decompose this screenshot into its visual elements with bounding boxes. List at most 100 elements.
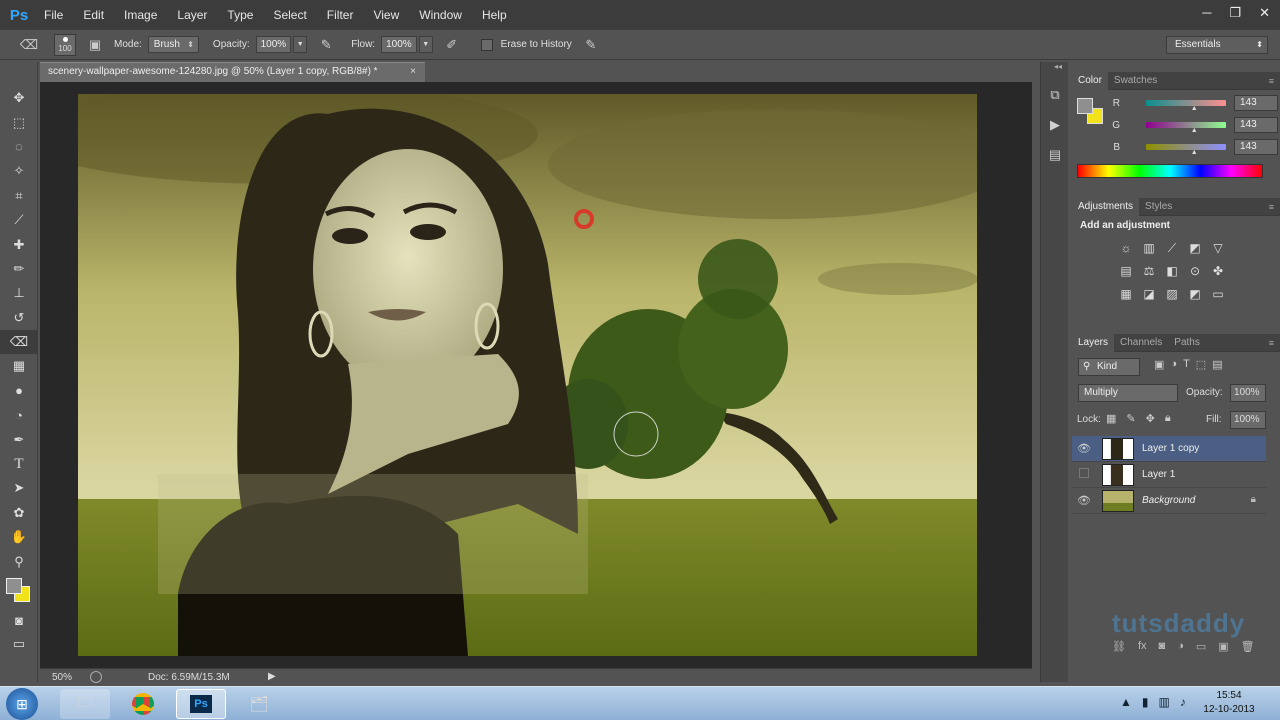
add-mask-icon[interactable]: ◙ <box>1159 640 1166 653</box>
lasso-tool-icon[interactable]: ◌ <box>0 135 38 159</box>
history-panel-icon[interactable]: ⧉ <box>1041 80 1069 110</box>
document-close-button[interactable]: × <box>410 63 416 81</box>
pressure-size-icon[interactable]: ✎ <box>580 34 602 56</box>
status-menu-arrow-icon[interactable]: ▶ <box>268 671 276 682</box>
type-filter-icon[interactable]: T <box>1183 358 1190 371</box>
pressure-opacity-icon[interactable]: ✎ <box>315 34 337 56</box>
tab-channels[interactable]: Channels <box>1114 337 1168 348</box>
pixel-filter-icon[interactable]: ▣ <box>1154 358 1164 371</box>
hue-saturation-icon[interactable]: ▤ <box>1116 261 1136 281</box>
eraser-tool-icon[interactable]: ⌫ <box>0 329 38 355</box>
mode-dropdown[interactable]: Brush <box>147 36 199 53</box>
blur-tool-icon[interactable]: ● <box>0 379 38 403</box>
restore-button[interactable]: ❐ <box>1229 0 1241 26</box>
gradient-tool-icon[interactable]: ▦ <box>0 354 38 378</box>
type-tool-icon[interactable]: T <box>0 452 38 476</box>
invert-icon[interactable]: ◪ <box>1139 284 1159 304</box>
exposure-icon[interactable]: ◩ <box>1185 238 1205 258</box>
photoshop-taskbar-icon[interactable]: Ps <box>176 689 226 719</box>
actions-panel-icon[interactable]: ▶ <box>1041 110 1069 140</box>
clock[interactable]: 15:54 12-10-2013 <box>1198 689 1260 717</box>
channel-value-field[interactable]: 143 <box>1234 117 1278 133</box>
channel-value-field[interactable]: 143 <box>1234 139 1278 155</box>
eraser-tool-preset-icon[interactable]: ⌫ <box>18 34 40 56</box>
panel-menu-icon[interactable]: ≡ <box>1269 76 1274 86</box>
menu-file[interactable]: File <box>34 0 73 30</box>
tab-color[interactable]: Color <box>1072 71 1108 90</box>
fill-field[interactable]: 100% <box>1230 411 1266 429</box>
quick-selection-tool-icon[interactable]: ✧ <box>0 159 38 183</box>
brush-tool-icon[interactable]: ✏ <box>0 257 38 281</box>
layer-row-background[interactable]: 👁︎ Background 🔒︎ <box>1072 488 1266 514</box>
quick-mask-icon[interactable]: ◙ <box>0 608 38 632</box>
lock-pixels-icon[interactable]: ✎ <box>1126 412 1135 425</box>
explorer-taskbar-icon[interactable]: 🗀 <box>60 689 110 719</box>
lock-transparency-icon[interactable]: ▦ <box>1106 412 1116 425</box>
threshold-icon[interactable]: ◩ <box>1185 284 1205 304</box>
workspace-switcher[interactable]: Essentials <box>1166 36 1268 54</box>
zoom-tool-icon[interactable]: ⚲ <box>0 549 38 573</box>
gradient-map-icon[interactable]: ▭ <box>1208 284 1228 304</box>
tab-paths[interactable]: Paths <box>1168 337 1206 348</box>
menu-type[interactable]: Type <box>217 0 263 30</box>
new-adjustment-layer-icon[interactable]: ◑ <box>1177 640 1184 653</box>
menu-help[interactable]: Help <box>472 0 517 30</box>
channel-slider[interactable]: ▲ <box>1146 122 1226 134</box>
channel-slider[interactable]: ▲ <box>1146 144 1226 156</box>
history-brush-tool-icon[interactable]: ↺ <box>0 306 38 330</box>
tab-layers[interactable]: Layers <box>1072 333 1115 352</box>
marquee-tool-icon[interactable]: ⬚ <box>0 110 38 134</box>
tray-expand-icon[interactable]: ▲ <box>1120 695 1132 709</box>
menu-window[interactable]: Window <box>409 0 472 30</box>
eyedropper-tool-icon[interactable]: ⟋ <box>0 208 38 232</box>
move-tool-icon[interactable]: ✥ <box>0 86 38 110</box>
minimize-button[interactable]: ─ <box>1202 0 1211 26</box>
tab-styles[interactable]: Styles <box>1139 201 1178 212</box>
dock-collapse-icon[interactable]: ◂◂ <box>1041 62 1068 80</box>
zoom-level[interactable]: 50% <box>52 672 72 683</box>
eye-icon[interactable]: 👁︎ <box>1072 442 1096 455</box>
erase-to-history-checkbox[interactable] <box>480 38 493 51</box>
status-info-icon[interactable] <box>90 671 102 683</box>
slider-thumb[interactable]: ▲ <box>1191 149 1198 156</box>
color-spectrum-bar[interactable] <box>1077 164 1263 178</box>
menu-layer[interactable]: Layer <box>167 0 217 30</box>
battery-icon[interactable]: ▮ <box>1142 695 1149 709</box>
curves-icon[interactable]: ⟋ <box>1162 238 1182 258</box>
menu-view[interactable]: View <box>363 0 409 30</box>
shape-filter-icon[interactable]: ⬚ <box>1196 358 1206 371</box>
tab-adjustments[interactable]: Adjustments <box>1072 197 1140 216</box>
hand-tool-icon[interactable]: ✋ <box>0 525 38 549</box>
tab-swatches[interactable]: Swatches <box>1108 75 1163 86</box>
foreground-color-swatch[interactable] <box>6 577 22 594</box>
adjustment-filter-icon[interactable]: ◑ <box>1170 358 1177 371</box>
blend-mode-dropdown[interactable]: Multiply <box>1078 384 1178 402</box>
levels-icon[interactable]: ▥ <box>1139 238 1159 258</box>
crop-tool-icon[interactable]: ⌗ <box>0 184 38 208</box>
visibility-toggle-empty[interactable] <box>1072 468 1096 481</box>
menu-image[interactable]: Image <box>114 0 167 30</box>
menu-select[interactable]: Select <box>263 0 316 30</box>
menu-filter[interactable]: Filter <box>317 0 364 30</box>
airbrush-icon[interactable]: ✐ <box>441 34 463 56</box>
vibrance-icon[interactable]: ▽ <box>1208 238 1228 258</box>
chrome-taskbar-icon[interactable] <box>118 689 168 719</box>
photo-filter-icon[interactable]: ⊙ <box>1185 261 1205 281</box>
dodge-tool-icon[interactable]: ◔ <box>0 403 38 427</box>
smart-object-filter-icon[interactable]: ▤ <box>1212 358 1222 371</box>
color-panel-foreground-swatch[interactable] <box>1077 98 1093 114</box>
panel-menu-icon[interactable]: ≡ <box>1269 202 1274 212</box>
slider-thumb[interactable]: ▲ <box>1191 127 1198 134</box>
channel-mixer-icon[interactable]: ✤ <box>1208 261 1228 281</box>
opacity-dropdown-arrow[interactable]: ▼ <box>293 36 308 53</box>
color-lookup-icon[interactable]: ▦ <box>1116 284 1136 304</box>
screen-mode-icon[interactable]: ▭ <box>0 632 38 656</box>
folder-taskbar-icon[interactable]: 🗂︎ <box>234 689 284 719</box>
lock-position-icon[interactable]: ✥ <box>1146 412 1155 425</box>
brush-size-preview[interactable]: 100 <box>54 33 76 56</box>
opacity-field[interactable]: 100% <box>255 36 292 53</box>
volume-icon[interactable]: ♪ <box>1180 695 1186 709</box>
layer-row-layer-1[interactable]: Layer 1 <box>1072 462 1266 488</box>
panel-menu-icon[interactable]: ≡ <box>1269 338 1274 348</box>
brightness-contrast-icon[interactable]: ☼ <box>1116 238 1136 258</box>
